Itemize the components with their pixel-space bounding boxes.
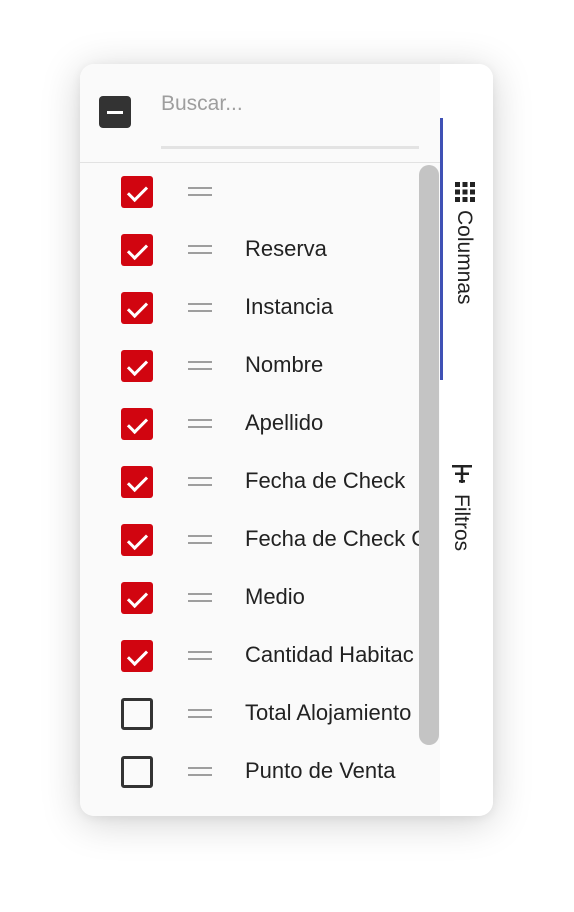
- column-checkbox[interactable]: [121, 408, 153, 440]
- column-row: Fecha de Check C: [80, 511, 420, 569]
- column-row: Medio: [80, 569, 420, 627]
- column-checkbox[interactable]: [121, 698, 153, 730]
- column-label: Total Alojamiento: [245, 700, 412, 725]
- tab-filters-label: Filtros: [450, 494, 473, 552]
- column-tool-panel: Reserva Instancia Nombre Apellido Fecha: [80, 64, 493, 816]
- column-row: Nombre: [80, 337, 420, 395]
- column-label: Instancia: [245, 294, 334, 319]
- drag-handle-icon[interactable]: [188, 649, 212, 661]
- column-row: Total Alojamiento: [80, 685, 420, 743]
- column-row: Instancia: [80, 279, 420, 337]
- drag-handle-icon[interactable]: [188, 243, 212, 255]
- column-checkbox[interactable]: [121, 582, 153, 614]
- tab-columns[interactable]: Columnas: [440, 118, 493, 380]
- column-label: Punto de Venta: [245, 758, 396, 783]
- drag-handle-icon[interactable]: [188, 707, 212, 719]
- column-row: [80, 163, 420, 221]
- column-label: Nombre: [245, 352, 324, 377]
- column-checkbox[interactable]: [121, 350, 153, 382]
- column-checkbox[interactable]: [121, 524, 153, 556]
- column-checkbox[interactable]: [121, 234, 153, 266]
- select-all-checkbox[interactable]: [99, 96, 131, 128]
- drag-handle-icon[interactable]: [188, 359, 212, 371]
- column-row: Reserva: [80, 221, 420, 279]
- column-label: Fecha de Check C: [245, 526, 420, 551]
- drag-handle-icon[interactable]: [188, 591, 212, 603]
- drag-handle-icon[interactable]: [188, 301, 212, 313]
- columns-list-area: Reserva Instancia Nombre Apellido Fecha: [80, 64, 440, 816]
- vertical-scrollbar[interactable]: [419, 163, 440, 816]
- search-input[interactable]: [161, 90, 419, 118]
- filter-icon: [452, 465, 472, 483]
- drag-handle-icon[interactable]: [188, 765, 212, 777]
- column-checkbox[interactable]: [121, 466, 153, 498]
- column-label: Reserva: [245, 236, 327, 261]
- side-tab-bar: Columnas Filtros: [440, 64, 493, 816]
- column-row: Punto de Venta: [80, 743, 420, 801]
- drag-handle-icon[interactable]: [188, 533, 212, 545]
- column-row: Apellido: [80, 395, 420, 453]
- column-label: Cantidad Habitac: [245, 642, 414, 667]
- columns-list: Reserva Instancia Nombre Apellido Fecha: [80, 163, 420, 816]
- column-label: Medio: [245, 584, 305, 609]
- grid-icon: [455, 182, 475, 202]
- drag-handle-icon[interactable]: [188, 417, 212, 429]
- column-row: Cantidad Habitac: [80, 627, 420, 685]
- column-checkbox[interactable]: [121, 640, 153, 672]
- column-row: Fecha de Check: [80, 453, 420, 511]
- scrollbar-thumb[interactable]: [419, 165, 439, 745]
- tab-columns-label: Columnas: [453, 210, 476, 305]
- drag-handle-icon[interactable]: [188, 185, 212, 197]
- column-checkbox[interactable]: [121, 756, 153, 788]
- column-label: Fecha de Check: [245, 468, 406, 493]
- column-checkbox[interactable]: [121, 176, 153, 208]
- column-label: Apellido: [245, 410, 324, 435]
- column-checkbox[interactable]: [121, 292, 153, 324]
- search-field-container: [161, 86, 419, 149]
- drag-handle-icon[interactable]: [188, 475, 212, 487]
- columns-header: [80, 64, 440, 163]
- tab-filters[interactable]: Filtros: [440, 454, 493, 574]
